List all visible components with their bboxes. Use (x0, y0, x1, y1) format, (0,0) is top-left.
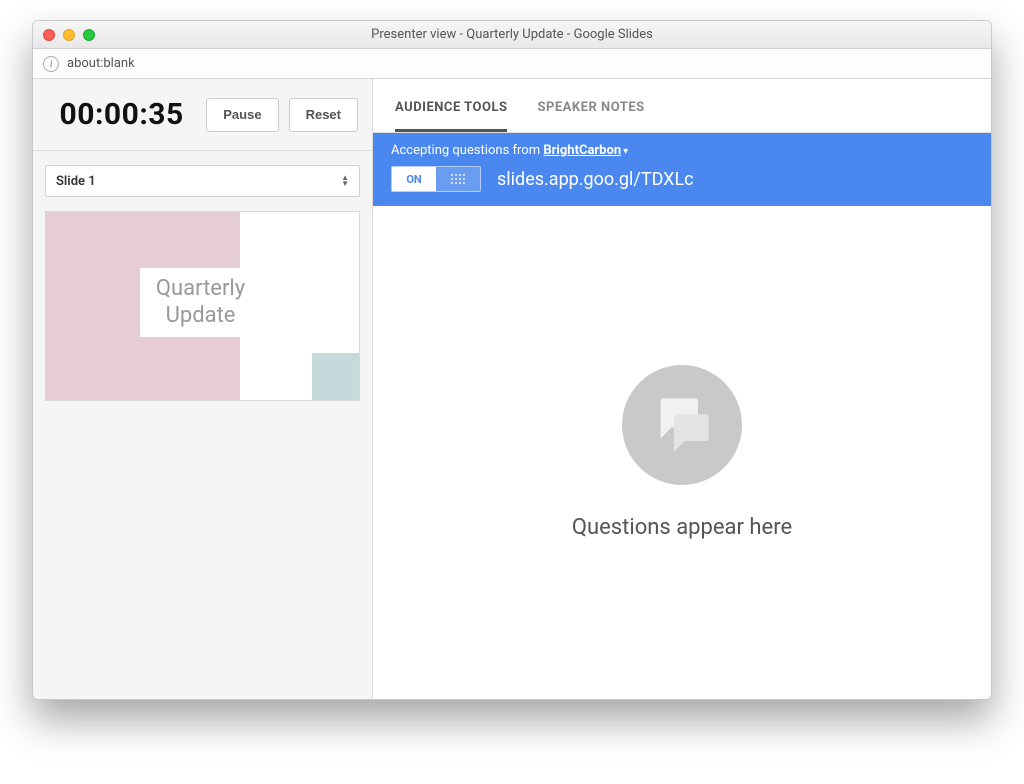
current-slide-thumbnail[interactable]: Quarterly Update (45, 211, 360, 401)
thumbnail-decor-blue (312, 353, 359, 400)
app-window: Presenter view - Quarterly Update - Goog… (32, 20, 992, 700)
thumbnail-title-line1: Quarterly (156, 276, 245, 302)
window-controls (43, 29, 95, 41)
tab-audience-tools[interactable]: AUDIENCE TOOLS (395, 100, 507, 132)
right-panel: AUDIENCE TOOLS SPEAKER NOTES Accepting q… (373, 79, 991, 699)
main-content: 00:00:35 Pause Reset Slide 1 ▲▼ Quarterl… (33, 79, 991, 699)
thumbnail-title-line2: Update (156, 303, 245, 329)
audience-banner: Accepting questions from BrightCarbon▾ O… (373, 133, 991, 206)
window-title: Presenter view - Quarterly Update - Goog… (33, 27, 991, 42)
questions-toggle-on[interactable]: ON (392, 167, 436, 191)
close-window-button[interactable] (43, 29, 55, 41)
titlebar: Presenter view - Quarterly Update - Goog… (33, 21, 991, 49)
questions-area: Questions appear here (373, 206, 991, 699)
questions-toggle-off[interactable] (436, 167, 480, 191)
timer-row: 00:00:35 Pause Reset (33, 79, 372, 151)
presentation-timer: 00:00:35 (47, 97, 196, 132)
minimize-window-button[interactable] (63, 29, 75, 41)
slide-selector-label: Slide 1 (56, 174, 96, 189)
right-tabs: AUDIENCE TOOLS SPEAKER NOTES (373, 79, 991, 133)
slide-thumbnail-area: Quarterly Update (45, 211, 360, 401)
questions-empty-text: Questions appear here (572, 515, 792, 540)
accepting-line: Accepting questions from BrightCarbon▾ (391, 143, 973, 158)
left-panel: 00:00:35 Pause Reset Slide 1 ▲▼ Quarterl… (33, 79, 373, 699)
tab-speaker-notes[interactable]: SPEAKER NOTES (537, 100, 644, 132)
chat-bubbles-icon (650, 393, 714, 457)
slide-selector[interactable]: Slide 1 ▲▼ (45, 165, 360, 197)
zoom-window-button[interactable] (83, 29, 95, 41)
grid-icon (451, 174, 465, 184)
pause-button[interactable]: Pause (206, 98, 278, 132)
organization-link[interactable]: BrightCarbon (543, 143, 621, 158)
questions-share-url[interactable]: slides.app.goo.gl/TDXLc (497, 169, 694, 190)
banner-row2: ON slides.app.goo.gl/TDXLc (391, 166, 973, 192)
questions-toggle: ON (391, 166, 481, 192)
url-text: about:blank (67, 56, 135, 71)
organization-caret-icon[interactable]: ▾ (623, 146, 628, 157)
questions-empty-icon (622, 365, 742, 485)
reset-button[interactable]: Reset (289, 98, 358, 132)
stepper-icon: ▲▼ (341, 175, 349, 187)
browser-address-bar[interactable]: i about:blank (33, 49, 991, 79)
thumbnail-title: Quarterly Update (140, 268, 261, 337)
accepting-prefix: Accepting questions from (391, 143, 540, 158)
site-info-icon[interactable]: i (43, 56, 59, 72)
